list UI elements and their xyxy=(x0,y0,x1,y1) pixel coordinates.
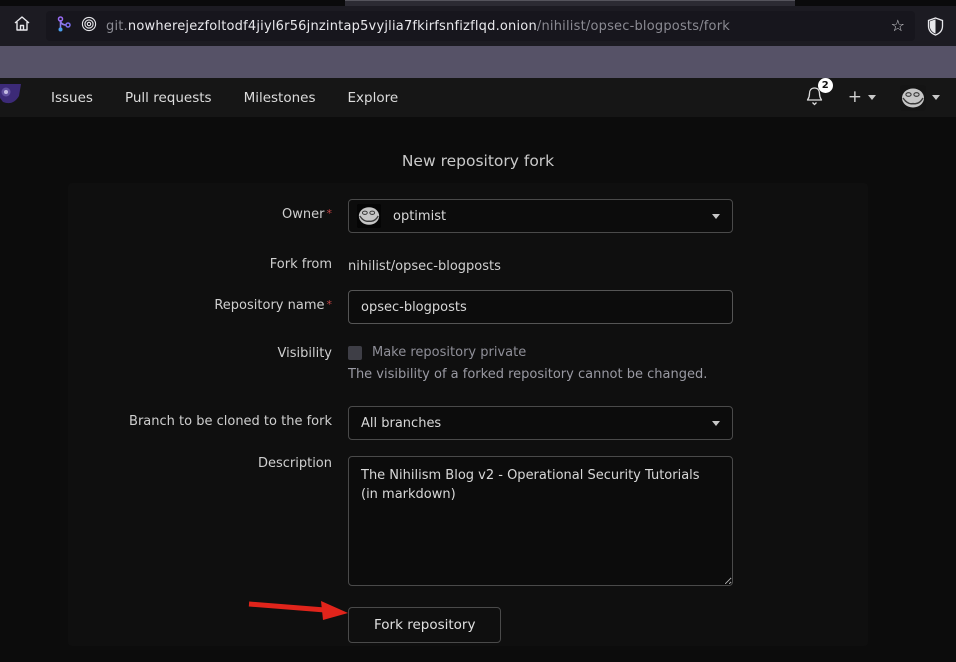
shield-icon[interactable] xyxy=(927,17,944,36)
repo-name-label: Repository name* xyxy=(68,290,332,324)
fork-repository-button[interactable]: Fork repository xyxy=(348,607,501,643)
repo-name-row: Repository name* xyxy=(68,290,868,324)
onion-site-icon[interactable] xyxy=(81,16,97,36)
required-marker: * xyxy=(327,207,333,220)
home-icon[interactable] xyxy=(12,14,32,38)
nav-item-explore[interactable]: Explore xyxy=(348,90,399,106)
notification-count-badge: 2 xyxy=(818,78,833,93)
visibility-label: Visibility xyxy=(68,340,332,382)
page-content: New repository fork Owner* xyxy=(0,117,956,662)
description-textarea[interactable]: The Nihilism Blog v2 - Operational Secur… xyxy=(348,456,733,586)
app-navbar: Issues Pull requests Milestones Explore … xyxy=(0,78,956,117)
avatar xyxy=(900,85,926,111)
fork-from-row: Fork from nihilist/opsec-blogposts xyxy=(68,253,868,277)
notifications-bell-icon[interactable]: 2 xyxy=(805,86,824,110)
chevron-down-icon xyxy=(712,421,720,426)
private-checkbox[interactable] xyxy=(348,346,362,360)
fork-form-panel: Owner* optimist xyxy=(68,183,868,646)
page-top-banner xyxy=(0,46,956,78)
visibility-row: Visibility Make repository private The v… xyxy=(68,340,868,382)
browser-toolbar: git.nowherejezfoltodf4jiyl6r56jnzintap5v… xyxy=(0,6,956,46)
description-label: Description xyxy=(68,456,332,590)
nav-item-issues[interactable]: Issues xyxy=(51,90,93,106)
url-path: /nihilist/opsec-blogposts/fork xyxy=(537,19,730,34)
nav-item-milestones[interactable]: Milestones xyxy=(244,90,316,106)
url-domain: nowherejezfoltodf4jiyl6r56jnzintap5vyjli… xyxy=(128,19,537,34)
branch-selected-value: All branches xyxy=(361,416,441,431)
site-favicon-icon xyxy=(56,16,72,36)
nav-links: Issues Pull requests Milestones Explore xyxy=(51,90,398,106)
site-logo[interactable] xyxy=(0,80,31,116)
branch-select[interactable]: All branches xyxy=(348,406,733,440)
submit-row: Fork repository xyxy=(68,607,868,643)
branch-label: Branch to be cloned to the fork xyxy=(68,406,332,440)
url-prefix: git. xyxy=(106,19,128,34)
owner-label: Owner* xyxy=(68,199,332,233)
page-title: New repository fork xyxy=(0,152,956,170)
url-bar[interactable]: git.nowherejezfoltodf4jiyl6r56jnzintap5v… xyxy=(46,11,915,41)
owner-selected-value: optimist xyxy=(393,209,446,224)
chevron-down-icon xyxy=(712,214,720,219)
private-checkbox-label: Make repository private xyxy=(372,345,526,360)
repo-name-input[interactable] xyxy=(348,290,733,324)
required-marker: * xyxy=(327,298,333,311)
owner-avatar xyxy=(357,204,381,228)
chevron-down-icon xyxy=(932,95,940,100)
user-menu[interactable] xyxy=(900,85,940,111)
bookmark-star-icon[interactable]: ☆ xyxy=(891,18,905,34)
url-text[interactable]: git.nowherejezfoltodf4jiyl6r56jnzintap5v… xyxy=(106,19,730,34)
fork-from-value: nihilist/opsec-blogposts xyxy=(348,253,733,277)
owner-select[interactable]: optimist xyxy=(348,199,733,233)
nav-item-pull-requests[interactable]: Pull requests xyxy=(125,90,212,106)
plus-icon: + xyxy=(848,89,862,106)
description-row: Description The Nihilism Blog v2 - Opera… xyxy=(68,456,868,590)
fork-from-label: Fork from xyxy=(68,253,332,277)
branch-row: Branch to be cloned to the fork All bran… xyxy=(68,406,868,440)
visibility-help-text: The visibility of a forked repository ca… xyxy=(348,367,733,382)
owner-row: Owner* optimist xyxy=(68,199,868,233)
chevron-down-icon xyxy=(868,95,876,100)
nav-right: 2 + xyxy=(805,85,956,111)
create-new-menu[interactable]: + xyxy=(848,89,876,106)
